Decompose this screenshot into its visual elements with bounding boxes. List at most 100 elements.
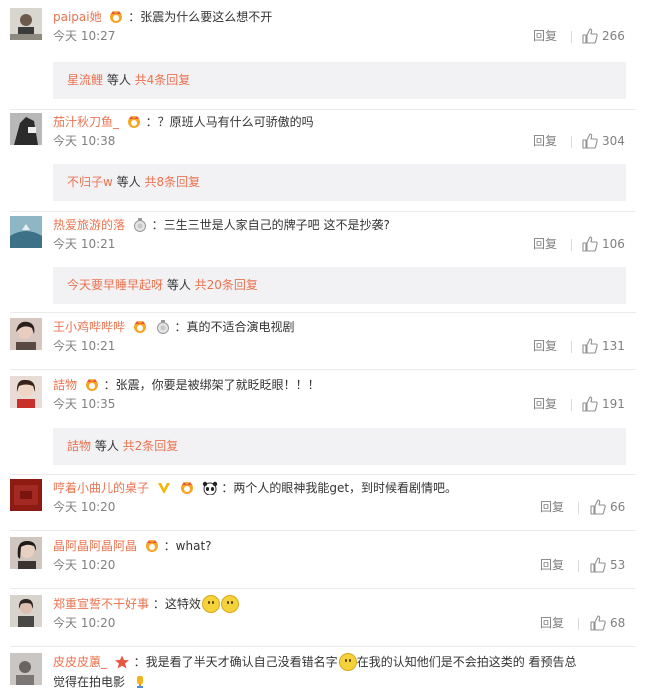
divider xyxy=(10,588,636,589)
avatar[interactable] xyxy=(10,216,42,248)
reply-button[interactable]: 回复 xyxy=(540,499,564,515)
username-link[interactable]: 皮皮皮蕙_ xyxy=(53,655,107,669)
sub-reply-username[interactable]: 詰物 xyxy=(67,439,91,453)
username-link[interactable]: paipai她 xyxy=(53,10,102,24)
comment-time: 今天 10:38 xyxy=(53,134,116,148)
like-count: 304 xyxy=(602,134,625,148)
comment-item: 哼着小曲儿的桌子 ：两个人的眼神我能get，到时候看剧情吧。 今天 10:20 … xyxy=(0,479,647,533)
comment-header: 詰物 ：张震，你要是被绑架了就眨眨眼！！！ xyxy=(53,376,320,394)
avatar[interactable] xyxy=(10,479,42,511)
comment-item: 热爱旅游的落 ：三生三世是人家自己的牌子吧 这不是抄袭? 今天 10:21 回复… xyxy=(0,216,647,316)
action-separator xyxy=(571,341,572,353)
username-link[interactable]: 詰物 xyxy=(53,378,77,392)
thumbs-up-icon xyxy=(582,133,598,149)
action-separator xyxy=(571,399,572,411)
thumbs-up-icon xyxy=(582,396,598,412)
comment-time: 今天 10:20 xyxy=(53,558,116,572)
sub-reply-etc: 等人 xyxy=(163,278,195,292)
divider xyxy=(10,530,636,531)
comment-text-line2: 觉得在拍电影 xyxy=(53,673,148,691)
divider xyxy=(10,211,636,212)
thumbs-up-icon xyxy=(590,499,606,515)
reply-button[interactable]: 回复 xyxy=(533,133,557,149)
reply-button[interactable]: 回复 xyxy=(540,615,564,631)
comment-text: ：张震，你要是被绑架了就眨眨眼！！！ xyxy=(103,378,320,392)
sub-replies-box[interactable]: 詰物 等人 共2条回复 xyxy=(53,428,626,465)
thumbs-up-icon xyxy=(590,557,606,573)
comment-header: 皮皮皮蕙_ ：我是看了半天才确认自己没看错名字 在我的认知他们是不会拍这类的 看预… xyxy=(53,652,577,671)
laugh-emoji-icon xyxy=(338,652,357,671)
comment-time: 今天 10:21 xyxy=(53,339,116,353)
comment-time: 今天 10:20 xyxy=(53,500,116,514)
comment-text-line2-text: 觉得在拍电影 xyxy=(53,675,126,689)
avatar[interactable] xyxy=(10,653,42,685)
comment-header: 哼着小曲儿的桌子 ：两个人的眼神我能get，到时候看剧情吧。 xyxy=(53,479,457,497)
medal-badge-icon xyxy=(155,319,171,334)
comment-time: 今天 10:27 xyxy=(53,29,116,43)
trophy-badge-icon xyxy=(132,675,148,689)
comment-header: 茄汁秋刀鱼_ ：？原班人马有什么可骄傲的吗 xyxy=(53,113,314,131)
comment-time: 今天 10:20 xyxy=(53,616,116,630)
comment-list: paipai她 ：张震为什么要这么想不开 今天 10:27 回复 266 星流鲤… xyxy=(0,0,647,691)
username-link[interactable]: 茄汁秋刀鱼_ xyxy=(53,115,119,129)
username-link[interactable]: 晶阿晶阿晶阿晶 xyxy=(53,539,137,553)
action-separator xyxy=(571,239,572,251)
v-badge-icon xyxy=(156,481,172,495)
fan-badge-icon xyxy=(179,481,195,495)
comment-item: 郑重宣誓不干好事 ：这特效 今天 10:20 回复 68 xyxy=(0,594,647,649)
comment-header: 王小鸡哔哔哔 ：真的不适合演电视剧 xyxy=(53,318,295,336)
thumbs-up-icon xyxy=(582,338,598,354)
comment-header: 热爱旅游的落 ：三生三世是人家自己的牌子吧 这不是抄袭? xyxy=(53,216,390,234)
username-link[interactable]: 热爱旅游的落 xyxy=(53,218,125,232)
reply-button[interactable]: 回复 xyxy=(533,396,557,412)
comment-text: ：？原班人马有什么可骄傲的吗 xyxy=(145,115,314,129)
sub-reply-count-link[interactable]: 共2条回复 xyxy=(123,439,179,453)
sub-reply-count-link[interactable]: 共20条回复 xyxy=(195,278,258,292)
comment-text-continued: 在我的认知他们是不会拍这类的 看预告总 xyxy=(356,655,577,669)
avatar[interactable] xyxy=(10,113,42,145)
comment-text: ：这特效 xyxy=(152,597,201,611)
divider xyxy=(10,646,636,647)
fan-badge-icon xyxy=(84,378,100,392)
avatar[interactable] xyxy=(10,318,42,350)
like-count: 106 xyxy=(602,237,625,251)
sub-reply-username[interactable]: 今天要早睡早起呀 xyxy=(67,278,163,292)
action-separator xyxy=(571,31,572,43)
comment-header: paipai她 ：张震为什么要这么想不开 xyxy=(53,8,272,26)
sub-reply-username[interactable]: 不归子w xyxy=(67,175,113,189)
comment-item: 王小鸡哔哔哔 ：真的不适合演电视剧 今天 10:21 回复 131 xyxy=(0,318,647,372)
sub-replies-box[interactable]: 不归子w 等人 共8条回复 xyxy=(53,164,626,201)
sub-reply-username[interactable]: 星流鲤 xyxy=(67,73,103,87)
username-link[interactable]: 郑重宣誓不干好事 xyxy=(53,597,149,611)
comment-text: ：我是看了半天才确认自己没看错名字 xyxy=(133,655,338,669)
sub-reply-etc: 等人 xyxy=(91,439,123,453)
avatar[interactable] xyxy=(10,8,42,40)
reply-button[interactable]: 回复 xyxy=(533,338,557,354)
divider xyxy=(10,369,636,370)
reply-button[interactable]: 回复 xyxy=(540,557,564,573)
sub-reply-count-link[interactable]: 共4条回复 xyxy=(135,73,191,87)
avatar[interactable] xyxy=(10,537,42,569)
reply-button[interactable]: 回复 xyxy=(533,28,557,44)
smile-emoji-icon xyxy=(201,594,220,613)
sub-replies-box[interactable]: 星流鲤 等人 共4条回复 xyxy=(53,62,626,99)
sub-replies-box[interactable]: 今天要早睡早起呀 等人 共20条回复 xyxy=(53,267,626,304)
username-link[interactable]: 哼着小曲儿的桌子 xyxy=(53,481,149,495)
comment-text: ：what? xyxy=(163,539,212,553)
like-count: 68 xyxy=(610,616,626,630)
divider xyxy=(10,109,636,110)
reply-button[interactable]: 回复 xyxy=(533,236,557,252)
like-count: 266 xyxy=(602,29,625,43)
avatar[interactable] xyxy=(10,376,42,408)
comment-item: paipai她 ：张震为什么要这么想不开 今天 10:27 回复 266 星流鲤… xyxy=(0,8,647,110)
like-count: 191 xyxy=(602,397,625,411)
sub-reply-count-link[interactable]: 共8条回复 xyxy=(144,175,200,189)
fan-badge-icon xyxy=(144,539,160,553)
action-separator xyxy=(578,618,579,630)
action-separator xyxy=(578,502,579,514)
username-link[interactable]: 王小鸡哔哔哔 xyxy=(53,320,125,334)
panda-badge-icon xyxy=(202,481,218,495)
medal-badge-icon xyxy=(132,217,148,232)
avatar[interactable] xyxy=(10,595,42,627)
comment-text: ：张震为什么要这么想不开 xyxy=(128,10,273,24)
